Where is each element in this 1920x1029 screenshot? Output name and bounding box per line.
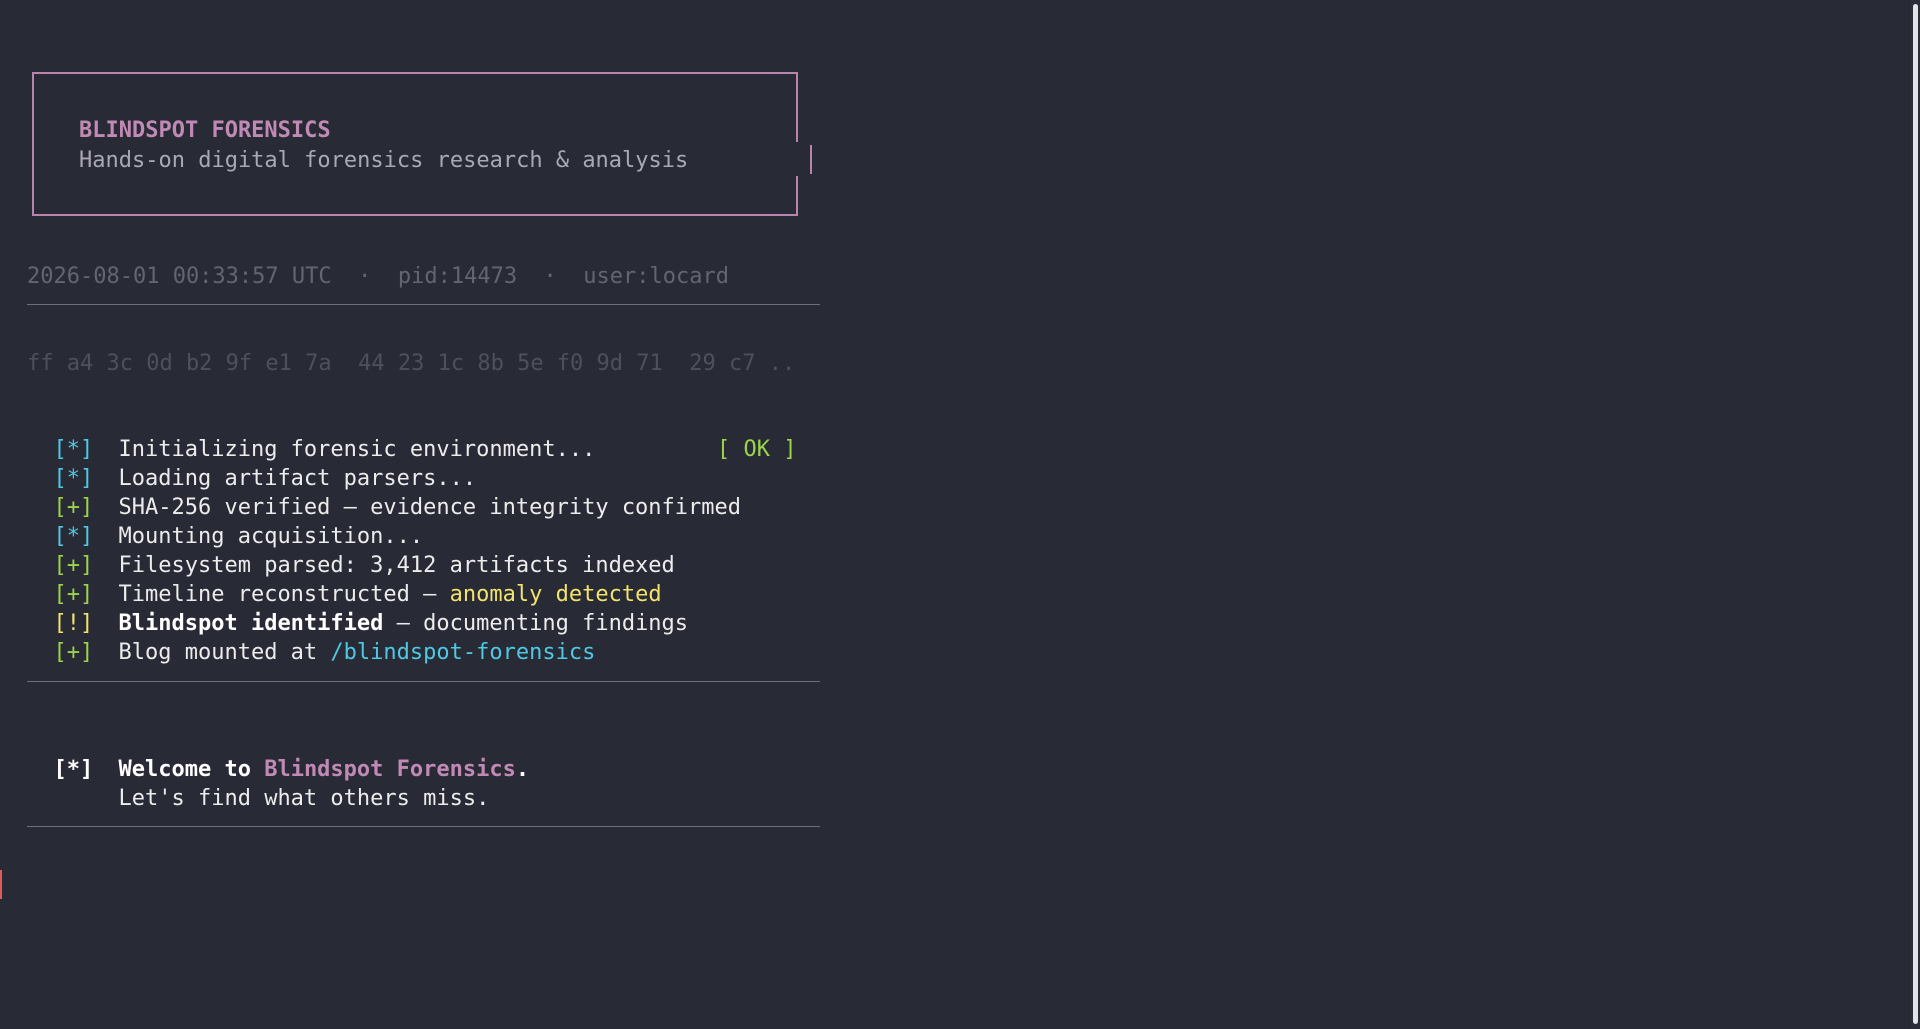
- input-cursor[interactable]: [0, 870, 2, 899]
- log-tag: [+]: [53, 640, 94, 665]
- session-meta: 2026-08-01 00:33:57 UTC · pid:14473 · us…: [27, 264, 729, 289]
- divider: [27, 826, 820, 827]
- banner-cursor: [810, 145, 812, 174]
- ok-status-badge: [ OK ]: [717, 437, 797, 462]
- blog-path-link[interactable]: /blindspot-forensics: [330, 640, 595, 665]
- banner-title: BLINDSPOT FORENSICS: [79, 118, 331, 143]
- welcome-suffix: .: [515, 757, 530, 782]
- log-line: [+] Blog mounted at /blindspot-forensics: [27, 609, 596, 667]
- log-text: Blog mounted at: [118, 640, 331, 665]
- welcome-tagline-text: Let's find what others miss.: [118, 786, 490, 811]
- hex-dump: ff a4 3c 0d b2 9f e1 7a 44 23 1c 8b 5e f…: [27, 351, 796, 376]
- welcome-tagline: Let's find what others miss.: [27, 755, 490, 813]
- scrollbar-thumb[interactable]: [1913, 4, 1918, 1024]
- divider: [27, 681, 820, 682]
- banner-subtitle: Hands-on digital forensics research & an…: [79, 148, 689, 173]
- divider: [27, 304, 820, 305]
- banner-box-gap: [796, 142, 802, 176]
